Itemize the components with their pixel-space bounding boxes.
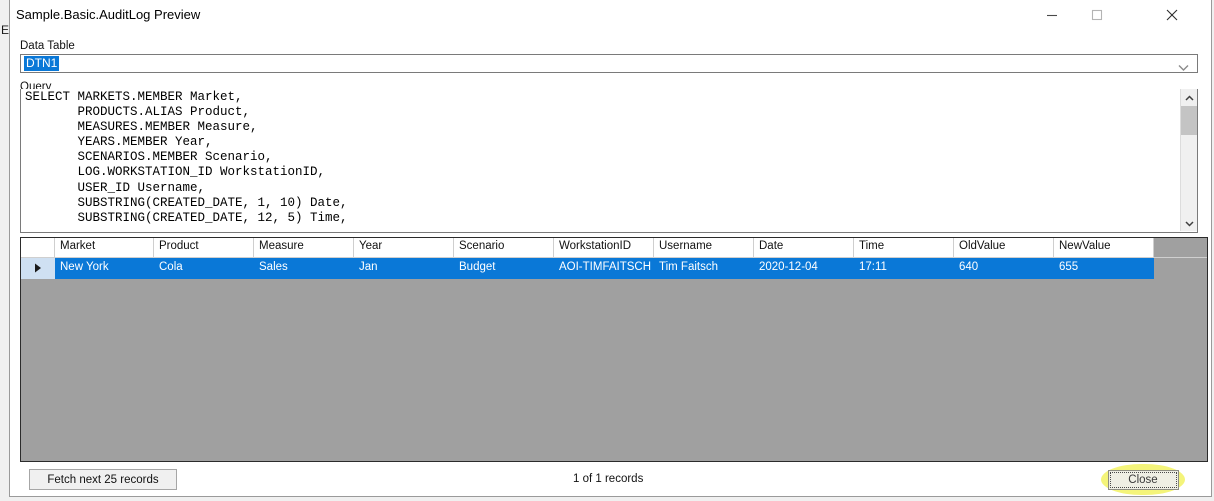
column-header-market[interactable]: Market [55,238,154,257]
cell-newvalue[interactable]: 655 [1054,258,1154,279]
data-table-combobox[interactable]: DTN1 [20,54,1198,73]
chevron-down-icon[interactable] [1178,59,1189,77]
scrollbar-down-button[interactable] [1181,214,1197,231]
results-data-grid[interactable]: Market Product Measure Year Scenario Wor… [20,237,1208,462]
close-button-highlight: Close [1101,464,1185,495]
window-title: Sample.Basic.AuditLog Preview [16,7,201,22]
column-header-date[interactable]: Date [754,238,854,257]
scrollbar-up-button[interactable] [1181,89,1197,106]
column-header-username[interactable]: Username [654,238,754,257]
grid-header-row-selector [21,238,55,257]
grid-empty-area [21,279,1207,461]
cell-year[interactable]: Jan [354,258,454,279]
query-textarea[interactable]: SELECT MARKETS.MEMBER Market, PRODUCTS.A… [20,89,1198,233]
column-header-time[interactable]: Time [854,238,954,257]
cell-scenario[interactable]: Budget [454,258,554,279]
row-selector-cell[interactable] [21,258,55,279]
cell-date[interactable]: 2020-12-04 [754,258,854,279]
cell-market[interactable]: New York [55,258,154,279]
records-status-text: 1 of 1 records [573,473,644,485]
preview-dialog-window: Sample.Basic.AuditLog Preview Data Table… [9,0,1212,497]
fetch-next-records-button[interactable]: Fetch next 25 records [29,469,177,490]
maximize-icon [1091,9,1103,21]
grid-header-filler [1154,238,1207,257]
dialog-content: Data Table DTN1 Query SELECT MARKETS.MEM… [10,31,1211,495]
cell-measure[interactable]: Sales [254,258,354,279]
grid-row-filler [1154,258,1207,279]
chevron-up-icon [1184,89,1194,107]
title-bar: Sample.Basic.AuditLog Preview [10,0,1211,31]
cell-username[interactable]: Tim Faitsch [654,258,754,279]
cell-workstationid[interactable]: AOI-TIMFAITSCH [554,258,654,279]
background-app-text: E [1,23,10,37]
minimize-button[interactable] [1029,0,1074,30]
query-scrollbar[interactable] [1180,89,1197,231]
column-header-measure[interactable]: Measure [254,238,354,257]
close-button[interactable]: Close [1107,469,1179,490]
maximize-button[interactable] [1074,0,1119,30]
chevron-down-icon [1184,214,1194,232]
data-table-label: Data Table [20,40,75,52]
column-header-product[interactable]: Product [154,238,254,257]
column-header-workstationid[interactable]: WorkstationID [554,238,654,257]
cell-oldvalue[interactable]: 640 [954,258,1054,279]
minimize-icon [1046,9,1058,21]
scrollbar-thumb[interactable] [1181,106,1197,135]
table-row[interactable]: New York Cola Sales Jan Budget AOI-TIMFA… [21,258,1207,279]
dialog-footer: Fetch next 25 records 1 of 1 records Clo… [10,464,1211,495]
column-header-year[interactable]: Year [354,238,454,257]
grid-header-row: Market Product Measure Year Scenario Wor… [21,238,1207,258]
column-header-newvalue[interactable]: NewValue [1054,238,1154,257]
column-header-scenario[interactable]: Scenario [454,238,554,257]
window-close-button[interactable] [1149,0,1194,30]
query-text: SELECT MARKETS.MEMBER Market, PRODUCTS.A… [25,90,348,225]
cell-product[interactable]: Cola [154,258,254,279]
cell-time[interactable]: 17:11 [854,258,954,279]
data-table-value: DTN1 [24,56,60,71]
close-icon [1165,8,1179,22]
column-header-oldvalue[interactable]: OldValue [954,238,1054,257]
row-selector-arrow-icon [34,260,42,278]
